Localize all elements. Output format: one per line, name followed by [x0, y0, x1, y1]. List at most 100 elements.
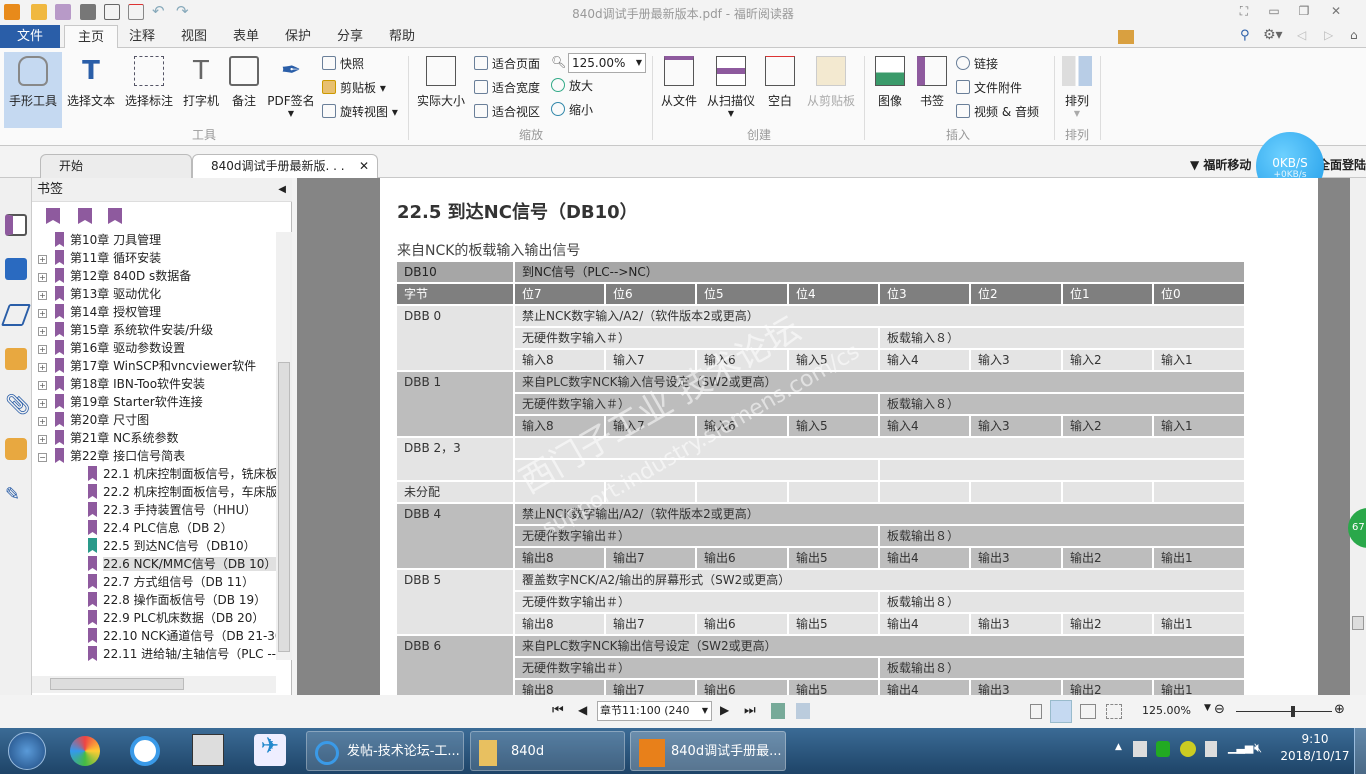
bookmark-item[interactable]: + 第19章 Starter软件连接	[38, 393, 274, 411]
fit-visible-button[interactable]: 适合视区	[474, 102, 540, 122]
zoom-out-icon[interactable]: ⊖	[1214, 702, 1225, 717]
mobile-link[interactable]: ▼ 福昕移动	[1190, 156, 1251, 173]
bookmark-item[interactable]: + 第16章 驱动参数设置	[38, 339, 274, 357]
bookmark-item[interactable]: + 第13章 驱动优化	[38, 285, 274, 303]
next-page-button[interactable]: ▶	[720, 703, 729, 717]
minimize-button[interactable]: ▭	[1264, 4, 1284, 20]
actual-size-button[interactable]: 实际大小	[414, 52, 468, 124]
document-viewport[interactable]: 22.5 到达NC信号（DB10） 来自NCK的板载输入输出信号 DB10 到NC…	[297, 178, 1350, 695]
fit-width-button[interactable]: 适合宽度	[474, 78, 540, 98]
bookmark-item[interactable]: − 第22章 接口信号简表	[38, 447, 274, 465]
tab-start[interactable]: 开始	[40, 154, 192, 178]
zoom-in-button[interactable]: 放大	[551, 76, 593, 96]
blank-button[interactable]: 空白	[762, 52, 798, 124]
pinned-tool-icon[interactable]	[192, 734, 224, 766]
bookmark-item[interactable]: 22.4 PLC信息（DB 2）	[38, 519, 274, 537]
bookmark-item[interactable]: 22.5 到达NC信号（DB10）	[38, 537, 274, 555]
bookmark-item[interactable]: + 第21章 NC系统参数	[38, 429, 274, 447]
document-vertical-scrollbar[interactable]	[1350, 178, 1366, 695]
bookmark-item[interactable]: 22.2 机床控制面板信号，车床版	[38, 483, 278, 501]
bookmark-item[interactable]: 22.6 NCK/MMC信号（DB 10）	[38, 555, 277, 573]
arrange-button[interactable]: 排列 ▼	[1058, 52, 1096, 124]
close-tab-icon[interactable]: ✕	[359, 155, 369, 177]
file-attachment-button[interactable]: 文件附件	[956, 78, 1022, 98]
action-center-icon[interactable]	[1133, 741, 1147, 757]
layers-panel-icon[interactable]	[0, 304, 32, 326]
delete-bookmark-icon[interactable]	[46, 208, 60, 224]
attachments-panel-icon[interactable]: 📎︎	[5, 394, 30, 416]
volume-muted-icon[interactable]: 🔇︎	[1254, 741, 1262, 756]
bookmark-button[interactable]: 书签	[914, 52, 950, 124]
bookmark-horizontal-scrollbar[interactable]	[32, 676, 276, 693]
tab-home[interactable]: 主页	[64, 25, 118, 49]
gear-icon[interactable]: ⚙▾	[1263, 27, 1283, 43]
close-button[interactable]: ✕	[1326, 4, 1346, 20]
image-button[interactable]: 图像	[870, 52, 910, 124]
from-file-button[interactable]: 从文件	[656, 52, 702, 124]
note-button[interactable]: 备注	[226, 52, 262, 124]
security-shield-icon[interactable]	[1156, 741, 1170, 757]
zoom-dropdown-icon[interactable]: ▼	[1204, 703, 1211, 713]
back-icon[interactable]: ◁	[1297, 28, 1306, 42]
tab-document[interactable]: 840d调试手册最新版. . . ✕	[192, 154, 378, 178]
restore-button[interactable]: ❐	[1294, 4, 1314, 20]
zoom-slider[interactable]	[1236, 706, 1332, 717]
tab-comment[interactable]: 注释	[122, 25, 162, 48]
bookmark-item[interactable]: +第10章 刀具管理	[38, 231, 274, 249]
continuous-page-icon[interactable]	[1050, 700, 1072, 723]
network-icon[interactable]: ▁▃▅	[1228, 741, 1253, 754]
expand-icon[interactable]: +	[38, 345, 47, 354]
expand-icon[interactable]: +	[38, 363, 47, 372]
collapse-panel-icon[interactable]: ◀	[278, 178, 286, 202]
bookmark-item[interactable]: + 第15章 系统软件安装/升级	[38, 321, 274, 339]
rotate-view-button[interactable]: 旋转视图 ▾	[322, 102, 398, 122]
zoom-select[interactable]: 125.00% ▼	[568, 53, 646, 73]
power-icon[interactable]	[1205, 741, 1217, 757]
bookmark-item[interactable]: 22.11 进给轴/主轴信号（PLC -->	[38, 645, 286, 663]
scroll-thumb[interactable]	[1352, 616, 1364, 630]
bookmark-item[interactable]: 22.3 手持装置信号（HHU）	[38, 501, 274, 519]
expand-icon[interactable]: +	[38, 309, 47, 318]
expand-icon[interactable]: +	[38, 327, 47, 336]
zoom-level[interactable]: 125.00%	[1142, 704, 1191, 717]
pinned-bird-icon[interactable]: ✈	[254, 734, 286, 766]
continuous-facing-icon[interactable]	[1106, 704, 1122, 719]
expand-icon[interactable]: +	[38, 273, 47, 282]
expand-icon[interactable]: +	[38, 435, 47, 444]
start-button[interactable]	[8, 732, 46, 770]
zoom-slider-thumb[interactable]	[1291, 706, 1296, 717]
ie-icon[interactable]	[130, 736, 160, 766]
video-audio-button[interactable]: 视频 & 音频	[956, 102, 1039, 122]
tab-help[interactable]: 帮助	[382, 25, 422, 48]
fit-page-button[interactable]: 适合页面	[474, 54, 540, 74]
bookmark-item[interactable]: 22.7 方式组信号（DB 11）	[38, 573, 274, 591]
single-page-icon[interactable]	[1030, 704, 1042, 719]
last-page-button[interactable]: ⏭	[744, 703, 756, 718]
tab-file[interactable]: 文件	[0, 25, 60, 48]
tab-form[interactable]: 表单	[226, 25, 266, 48]
collapse-ribbon-icon[interactable]: ⌂	[1350, 28, 1358, 42]
page-number-field[interactable]: 章节11:100 (240 ▼	[597, 701, 712, 721]
select-annotation-button[interactable]: 选择标注	[122, 52, 176, 124]
goto-bookmark-icon[interactable]	[108, 208, 122, 224]
comments-panel-icon[interactable]	[5, 348, 27, 370]
taskbar-item-browser[interactable]: 发帖-技术论坛-工...	[306, 731, 464, 771]
pdf-sign-button[interactable]: ✒ PDF签名 ▼	[266, 52, 316, 124]
forward-icon[interactable]: ▷	[1324, 28, 1333, 42]
pinned-app-icon[interactable]	[70, 736, 100, 766]
bookmark-item[interactable]: + 第14章 授权管理	[38, 303, 274, 321]
scroll-thumb[interactable]	[278, 362, 290, 652]
bookmark-item[interactable]: 22.9 PLC机床数据（DB 20）	[38, 609, 274, 627]
bookmark-vertical-scrollbar[interactable]	[276, 232, 292, 660]
bookmarks-panel-icon[interactable]	[5, 214, 27, 236]
search-icon[interactable]: ⚲	[1240, 28, 1250, 43]
addon-icon[interactable]	[1180, 741, 1196, 757]
add-bookmark-icon[interactable]	[78, 208, 92, 224]
bookmark-item[interactable]: + 第20章 尺寸图	[38, 411, 274, 429]
link-button[interactable]: 链接	[956, 54, 998, 74]
pages-panel-icon[interactable]	[5, 258, 27, 280]
bookmark-item[interactable]: 22.8 操作面板信号（DB 19）	[38, 591, 274, 609]
scroll-thumb[interactable]	[50, 678, 184, 690]
facing-page-icon[interactable]	[1080, 704, 1096, 719]
typewriter-button[interactable]: T 打字机	[180, 52, 222, 124]
